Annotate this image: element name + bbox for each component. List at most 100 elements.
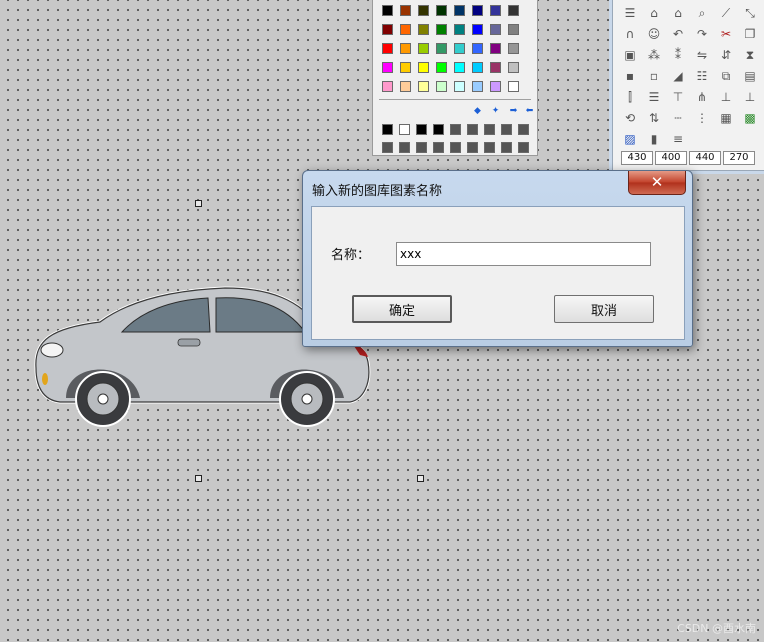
color-swatch[interactable] (472, 81, 483, 92)
close-button[interactable]: ✕ (628, 171, 686, 195)
dash-line-icon[interactable]: ┄ (669, 109, 687, 127)
back-icon[interactable]: ▫ (645, 67, 663, 85)
color-swatch[interactable] (508, 81, 519, 92)
color-swatch[interactable] (472, 62, 483, 73)
gradient-icon[interactable]: ▮ (645, 130, 663, 148)
palette-tool-icon[interactable]: ◆ (473, 107, 482, 116)
align-top-icon[interactable]: ⊤ (669, 88, 687, 106)
arrow-right-icon[interactable]: ➡ (509, 107, 518, 116)
custom-color-swatch[interactable] (433, 124, 444, 135)
front-icon[interactable]: ▪ (621, 67, 639, 85)
magnet-icon[interactable]: ∩ (621, 25, 639, 43)
color-swatch[interactable] (400, 24, 411, 35)
custom-color-swatch[interactable] (399, 142, 410, 153)
color-swatch[interactable] (454, 5, 465, 16)
custom-color-swatch[interactable] (416, 124, 427, 135)
color-swatch[interactable] (382, 24, 393, 35)
color-grid-icon[interactable]: ▩ (741, 109, 759, 127)
color-swatch[interactable] (490, 24, 501, 35)
color-swatch[interactable] (454, 81, 465, 92)
grid-icon[interactable]: ▦ (717, 109, 735, 127)
color-swatch[interactable] (490, 43, 501, 54)
color-swatch[interactable] (490, 5, 501, 16)
color-swatch[interactable] (400, 5, 411, 16)
color-swatch[interactable] (400, 62, 411, 73)
color-swatch[interactable] (490, 81, 501, 92)
color-swatch[interactable] (454, 24, 465, 35)
align-center-icon[interactable]: ☰ (645, 88, 663, 106)
color-swatch[interactable] (418, 43, 429, 54)
color-swatch[interactable] (418, 81, 429, 92)
coord-x[interactable]: 430 (621, 151, 653, 165)
palette-fill-icon[interactable]: ✦ (491, 107, 500, 116)
color-swatch[interactable] (472, 5, 483, 16)
color-swatch[interactable] (436, 5, 447, 16)
stack-icon[interactable]: ▤ (741, 67, 759, 85)
color-swatch[interactable] (454, 43, 465, 54)
color-swatch[interactable] (436, 81, 447, 92)
mirror-icon[interactable]: ⧗ (741, 46, 759, 64)
align-icon[interactable]: ☰ (621, 4, 639, 22)
color-swatch[interactable] (382, 5, 393, 16)
color-swatch[interactable] (508, 24, 519, 35)
cut-icon[interactable]: ✂ (717, 25, 735, 43)
coord-height[interactable]: 270 (723, 151, 755, 165)
color-swatch[interactable] (418, 5, 429, 16)
name-input[interactable] (396, 242, 651, 266)
order-icon[interactable]: ⇅ (645, 109, 663, 127)
line-weight-icon[interactable]: ≡ (669, 130, 687, 148)
duplicate-icon[interactable]: ⧉ (717, 67, 735, 85)
undo-icon[interactable]: ↶ (669, 25, 687, 43)
cancel-button[interactable]: 取消 (554, 295, 654, 323)
color-swatch[interactable] (508, 5, 519, 16)
arrow-left-icon[interactable]: ⬅ (525, 107, 534, 116)
color-swatch[interactable] (400, 81, 411, 92)
selection-handle-bottom[interactable] (195, 475, 202, 482)
rotate-icon[interactable]: ⟲ (621, 109, 639, 127)
color-swatch[interactable] (382, 81, 393, 92)
color-swatch[interactable] (436, 62, 447, 73)
color-swatch[interactable] (382, 43, 393, 54)
redo-icon[interactable]: ↷ (693, 25, 711, 43)
coord-width[interactable]: 440 (689, 151, 721, 165)
fill-icon[interactable]: ◢ (669, 67, 687, 85)
custom-color-swatch[interactable] (484, 142, 495, 153)
color-swatch[interactable] (436, 43, 447, 54)
custom-color-swatch[interactable] (484, 124, 495, 135)
color-swatch[interactable] (418, 24, 429, 35)
dot-line-icon[interactable]: ⋮ (693, 109, 711, 127)
custom-color-swatch[interactable] (433, 142, 444, 153)
scale-icon[interactable]: ⤡ (741, 4, 759, 22)
custom-color-swatch[interactable] (501, 142, 512, 153)
layer-icon[interactable]: ☷ (693, 67, 711, 85)
color-swatch[interactable] (400, 43, 411, 54)
custom-color-swatch[interactable] (518, 142, 529, 153)
color-swatch[interactable] (508, 62, 519, 73)
color-swatch[interactable] (490, 62, 501, 73)
custom-color-swatch[interactable] (450, 124, 461, 135)
custom-color-swatch[interactable] (382, 142, 393, 153)
custom-color-swatch[interactable] (518, 124, 529, 135)
select-icon[interactable]: ⌂ (645, 4, 663, 22)
home-icon[interactable]: ⌂ (669, 4, 687, 22)
group-icon[interactable]: ⁂ (645, 46, 663, 64)
color-swatch[interactable] (508, 43, 519, 54)
resize-handle-corner[interactable] (417, 475, 424, 482)
person-icon[interactable]: ☺ (645, 25, 663, 43)
color-swatch[interactable] (382, 62, 393, 73)
color-swatch[interactable] (454, 62, 465, 73)
color-swatch[interactable] (436, 24, 447, 35)
custom-color-swatch[interactable] (501, 124, 512, 135)
color-swatch[interactable] (472, 43, 483, 54)
image-icon[interactable]: ▨ (621, 130, 639, 148)
align-bottom-icon[interactable]: ⊥ (741, 88, 759, 106)
custom-color-swatch[interactable] (450, 142, 461, 153)
zoom-icon[interactable]: ⌕ (693, 4, 711, 22)
align-left-icon[interactable]: ⫿ (621, 88, 639, 106)
color-swatch[interactable] (472, 24, 483, 35)
space-icon[interactable]: ⊥ (717, 88, 735, 106)
copy-icon[interactable]: ❐ (741, 25, 759, 43)
ungroup-icon[interactable]: ⁑ (669, 46, 687, 64)
paste-icon[interactable]: ▣ (621, 46, 639, 64)
ok-button[interactable]: 确定 (352, 295, 452, 323)
